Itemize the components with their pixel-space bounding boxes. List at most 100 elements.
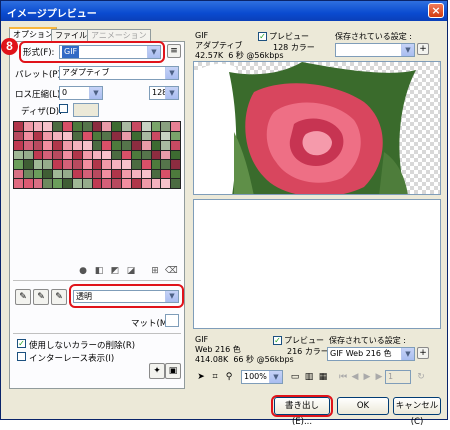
color-swatch[interactable] [122, 122, 131, 131]
color-swatch[interactable] [151, 150, 161, 160]
colors-select[interactable]: 128 ▼ [149, 86, 179, 100]
color-swatch[interactable] [131, 122, 141, 131]
title-bar[interactable]: イメージプレビュー × [1, 1, 447, 21]
color-swatch[interactable] [43, 141, 53, 150]
color-swatch[interactable] [112, 150, 122, 160]
top-saved-settings-select[interactable]: ▼ [335, 43, 415, 57]
color-swatch[interactable] [161, 122, 171, 131]
color-swatch[interactable] [53, 122, 63, 131]
lock-color-icon[interactable]: ◧ [93, 265, 105, 277]
color-swatch[interactable] [92, 179, 102, 188]
color-swatch[interactable] [141, 169, 151, 179]
color-swatch[interactable] [151, 160, 161, 169]
color-swatch[interactable] [72, 169, 82, 179]
color-swatch[interactable] [122, 131, 131, 141]
color-swatch[interactable] [161, 141, 171, 150]
color-swatch[interactable] [161, 169, 171, 179]
color-swatch[interactable] [131, 150, 141, 160]
color-swatch[interactable] [171, 179, 180, 188]
color-swatch[interactable] [14, 169, 23, 179]
color-swatch[interactable] [43, 131, 53, 141]
export-wizard-icon[interactable]: ▣ [165, 363, 181, 379]
color-swatch[interactable] [23, 141, 33, 150]
frame-select[interactable]: 1 [385, 370, 411, 384]
prev-frame-icon[interactable]: ◀ [349, 371, 361, 383]
color-swatch[interactable] [92, 160, 102, 169]
add-setting-icon[interactable]: + [417, 347, 429, 359]
color-swatch[interactable] [151, 131, 161, 141]
color-swatch[interactable] [122, 179, 131, 188]
color-swatch[interactable] [23, 179, 33, 188]
color-swatch[interactable] [131, 179, 141, 188]
color-swatch[interactable] [63, 150, 72, 160]
zoom-select[interactable]: 100% ▼ [241, 370, 283, 384]
snap-to-web-icon[interactable]: ● [77, 265, 89, 277]
color-swatch[interactable] [14, 122, 23, 131]
color-swatch[interactable] [102, 179, 112, 188]
color-swatch[interactable] [112, 141, 122, 150]
color-swatch[interactable] [14, 160, 23, 169]
color-swatch[interactable] [102, 150, 112, 160]
color-swatch[interactable] [63, 179, 72, 188]
color-swatch[interactable] [72, 160, 82, 169]
color-swatch[interactable] [171, 141, 180, 150]
color-swatch[interactable] [23, 160, 33, 169]
color-swatch[interactable] [53, 150, 63, 160]
next-frame-icon[interactable]: ▶ [373, 371, 385, 383]
color-swatch[interactable] [171, 122, 180, 131]
transparency-select[interactable]: 透明 ▼ [73, 290, 179, 303]
color-swatch[interactable] [23, 169, 33, 179]
color-swatch[interactable] [43, 160, 53, 169]
color-swatch[interactable] [53, 169, 63, 179]
interlace-checkbox[interactable] [17, 352, 26, 361]
quad-view-icon[interactable]: ▦ [317, 371, 329, 383]
zoom-icon[interactable]: ⚲ [223, 371, 235, 383]
bottom-preview-image[interactable] [193, 199, 441, 329]
color-swatch[interactable] [122, 169, 131, 179]
matte-color-swatch[interactable] [165, 314, 179, 327]
color-swatch[interactable] [92, 131, 102, 141]
color-swatch[interactable] [43, 179, 53, 188]
color-swatch[interactable] [112, 169, 122, 179]
color-swatch[interactable] [102, 141, 112, 150]
ok-button[interactable]: OK [337, 397, 389, 415]
tab-options[interactable]: オプション [9, 27, 57, 42]
color-swatch[interactable] [63, 122, 72, 131]
color-swatch[interactable] [43, 169, 53, 179]
color-swatch[interactable] [151, 179, 161, 188]
color-swatch[interactable] [53, 131, 63, 141]
color-swatch[interactable] [72, 150, 82, 160]
color-swatch[interactable] [161, 179, 171, 188]
color-swatch[interactable] [92, 169, 102, 179]
color-swatch[interactable] [112, 131, 122, 141]
pin-color-icon[interactable]: ◩ [109, 265, 121, 277]
color-swatch[interactable] [82, 141, 92, 150]
color-swatch[interactable] [112, 122, 122, 131]
top-preview-image[interactable] [193, 61, 441, 195]
optimize-menu-icon[interactable]: ≡ [167, 44, 181, 58]
color-swatch[interactable] [151, 141, 161, 150]
color-swatch[interactable] [82, 131, 92, 141]
eyedropper-plus-icon[interactable]: ✎ [33, 289, 49, 305]
color-swatch[interactable] [161, 150, 171, 160]
color-swatch[interactable] [131, 141, 141, 150]
color-swatch[interactable] [14, 150, 23, 160]
color-swatch[interactable] [171, 131, 180, 141]
eyedropper-minus-icon[interactable]: ✎ [51, 289, 67, 305]
color-swatch[interactable] [122, 141, 131, 150]
color-swatch[interactable] [131, 169, 141, 179]
color-swatch[interactable] [131, 131, 141, 141]
color-swatch[interactable] [141, 150, 151, 160]
color-swatch[interactable] [161, 160, 171, 169]
color-swatch[interactable] [122, 150, 131, 160]
color-swatch[interactable] [112, 160, 122, 169]
color-swatch[interactable] [141, 141, 151, 150]
export-button[interactable]: 書き出し(E)... [274, 397, 330, 427]
color-swatch[interactable] [63, 141, 72, 150]
magic-wand-icon[interactable]: ✦ [149, 363, 165, 379]
top-preview-checkbox[interactable]: ✓ [258, 32, 267, 41]
color-swatch[interactable] [151, 169, 161, 179]
close-button[interactable]: × [428, 3, 444, 18]
color-swatch[interactable] [72, 179, 82, 188]
color-swatch[interactable] [92, 141, 102, 150]
